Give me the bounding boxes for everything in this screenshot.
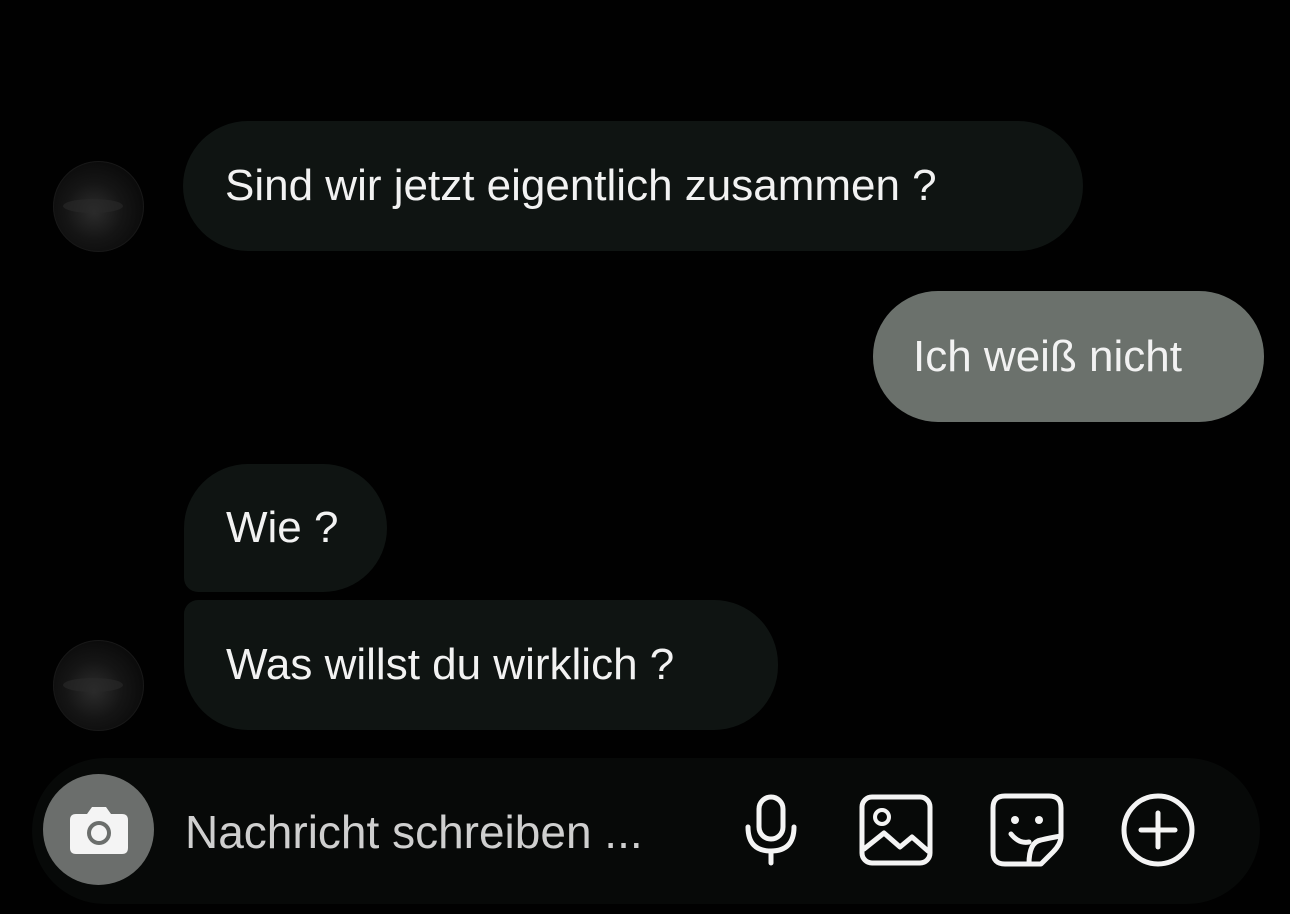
more-options-button[interactable] — [1118, 790, 1198, 870]
contact-avatar[interactable] — [53, 161, 144, 252]
message-text: Sind wir jetzt eigentlich zusammen ? — [225, 161, 937, 210]
camera-button[interactable] — [43, 774, 154, 885]
voice-message-button[interactable] — [731, 790, 811, 870]
microphone-icon — [745, 794, 797, 866]
message-bubble-outgoing[interactable]: Ich weiß nicht — [873, 291, 1264, 422]
message-bubble-incoming[interactable]: Was willst du wirklich ? — [184, 600, 778, 730]
message-input[interactable]: Nachricht schreiben ... — [185, 805, 643, 859]
message-text: Wie ? — [226, 503, 339, 552]
chat-screen: Sind wir jetzt eigentlich zusammen ? Ich… — [0, 0, 1290, 914]
sticker-button[interactable] — [987, 790, 1067, 870]
contact-avatar[interactable] — [53, 640, 144, 731]
message-bubble-incoming[interactable]: Wie ? — [184, 464, 387, 592]
gallery-icon — [859, 794, 933, 866]
message-bubble-incoming[interactable]: Sind wir jetzt eigentlich zusammen ? — [183, 121, 1083, 251]
message-text: Was willst du wirklich ? — [226, 640, 675, 689]
plus-icon — [1121, 793, 1195, 867]
camera-icon — [69, 806, 128, 854]
sticker-icon — [990, 793, 1064, 867]
message-text: Ich weiß nicht — [913, 331, 1182, 381]
gallery-button[interactable] — [856, 790, 936, 870]
